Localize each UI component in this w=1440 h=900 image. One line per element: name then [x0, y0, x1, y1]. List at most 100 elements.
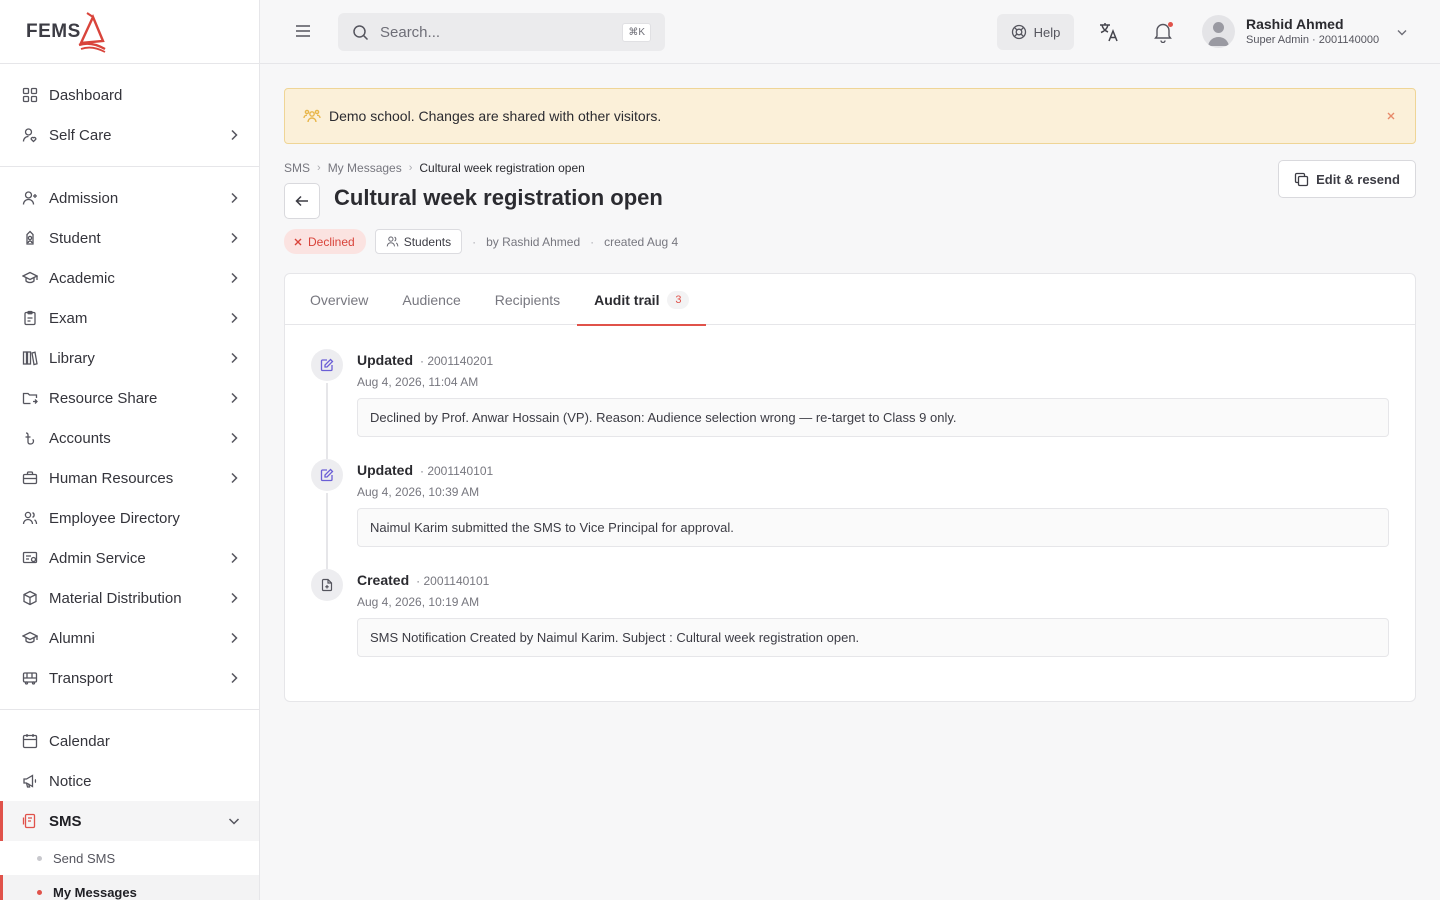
user-menu[interactable]: Rashid Ahmed Super Admin · 2001140000 [1202, 15, 1409, 48]
sidebar-item-admission[interactable]: Admission [0, 178, 259, 218]
tab-audit-trail[interactable]: Audit trail 3 [577, 274, 707, 326]
close-icon[interactable] [1383, 108, 1399, 124]
search-icon [353, 24, 369, 40]
sidebar-item-notice[interactable]: Notice [0, 761, 259, 801]
admin-service-icon [22, 551, 38, 564]
chevron-right-icon [231, 632, 238, 644]
chevron-down-icon [1397, 29, 1407, 35]
fems-logo[interactable]: FEMS [26, 11, 107, 53]
help-label: Help [1033, 24, 1061, 40]
sidebar-subitem-label: Send SMS [53, 850, 116, 866]
timeline-connector [326, 493, 328, 571]
users-group-icon [303, 109, 321, 123]
notifications-button[interactable] [1153, 21, 1173, 43]
file-plus-icon [311, 569, 343, 601]
audit-actor: · 2001140201 [420, 354, 494, 368]
nav-group-modules: Admission Student Academic Exam Library … [0, 167, 259, 710]
audit-message: SMS Notification Created by Naimul Karim… [357, 618, 1389, 657]
sidebar-subitem-send-sms[interactable]: Send SMS [0, 841, 259, 875]
logo-area: FEMS [0, 0, 259, 64]
tab-overview[interactable]: Overview [293, 274, 385, 325]
sidebar-subitem-my-messages[interactable]: My Messages [0, 875, 259, 900]
arrow-left-icon [295, 195, 308, 207]
taka-icon [25, 432, 35, 445]
audit-entry: Created · 2001140101 Aug 4, 2026, 10:19 … [311, 569, 1389, 679]
sidebar-item-label: Resource Share [49, 389, 158, 407]
hamburger-menu-icon[interactable] [294, 22, 312, 40]
breadcrumb-link-sms[interactable]: SMS [284, 161, 310, 175]
sidebar-item-label: SMS [49, 812, 82, 830]
copy-icon [1294, 172, 1309, 186]
search-input[interactable] [380, 23, 623, 41]
sidebar-item-label: Employee Directory [49, 509, 180, 527]
audit-entry: Updated · 2001140201 Aug 4, 2026, 11:04 … [311, 349, 1389, 461]
user-heart-icon [22, 128, 37, 143]
sidebar-item-student[interactable]: Student [0, 218, 259, 258]
sidebar-item-label: Exam [49, 309, 88, 327]
sidebar-subitem-label: My Messages [53, 884, 137, 900]
chevron-right-icon [231, 672, 238, 684]
tab-recipients[interactable]: Recipients [478, 274, 577, 325]
edit-icon [311, 459, 343, 491]
x-icon [294, 238, 302, 245]
translate-icon[interactable] [1098, 21, 1120, 43]
audit-action: Updated [357, 462, 413, 478]
breadcrumb-separator: › [408, 162, 413, 174]
sidebar-item-label: Notice [49, 772, 92, 790]
sidebar-item-sms[interactable]: SMS [0, 801, 259, 841]
meta-author: by Rashid Ahmed [486, 234, 581, 249]
sidebar-item-alumni[interactable]: Alumni [0, 618, 259, 658]
bullet-dot [37, 855, 42, 861]
breadcrumb-link-my-messages[interactable]: My Messages [328, 161, 402, 175]
logo-text: FEMS [26, 20, 81, 42]
sidebar-item-transport[interactable]: Transport [0, 658, 259, 698]
message-meta: Declined Students · by Rashid Ahmed · cr… [284, 229, 678, 254]
search-bar[interactable]: ⌘K [338, 13, 665, 51]
sidebar-item-label: Library [49, 349, 95, 367]
chevron-right-icon [231, 232, 238, 244]
sidebar-item-self-care[interactable]: Self Care [0, 115, 259, 155]
chevron-down-icon [228, 818, 240, 825]
chevron-right-icon [231, 129, 238, 141]
chevron-right-icon [231, 392, 238, 404]
sidebar-item-material-distribution[interactable]: Material Distribution [0, 578, 259, 618]
sidebar-item-label: Dashboard [49, 86, 123, 104]
sidebar-item-academic[interactable]: Academic [0, 258, 259, 298]
calendar-icon [22, 734, 38, 749]
edit-resend-button[interactable]: Edit & resend [1278, 160, 1416, 198]
graduation-cap-icon [22, 271, 38, 284]
chevron-right-icon [231, 192, 238, 204]
nav-group-main: Dashboard Self Care [0, 64, 259, 167]
sidebar-item-label: Alumni [49, 629, 95, 647]
sidebar-item-dashboard[interactable]: Dashboard [0, 75, 259, 115]
audit-entry-header: Updated · 2001140101 [357, 459, 1389, 478]
edit-resend-label: Edit & resend [1316, 171, 1400, 187]
banner-text: Demo school. Changes are shared with oth… [329, 108, 662, 124]
back-button[interactable] [284, 183, 320, 219]
sidebar-item-label: Human Resources [49, 469, 174, 487]
audit-action: Updated [357, 352, 413, 368]
sidebar-item-admin-service[interactable]: Admin Service [0, 538, 259, 578]
sidebar-item-accounts[interactable]: Accounts [0, 418, 259, 458]
sidebar-item-exam[interactable]: Exam [0, 298, 259, 338]
audit-timestamp: Aug 4, 2026, 10:39 AM [357, 485, 480, 499]
sidebar-item-library[interactable]: Library [0, 338, 259, 378]
tab-count-badge: 3 [667, 290, 690, 309]
topbar: ⌘K Help Rashid Ahmed Super Admin · 20011… [260, 0, 1440, 64]
meta-created: created Aug 4 [604, 234, 679, 249]
sidebar-item-calendar[interactable]: Calendar [0, 721, 259, 761]
library-icon [22, 351, 38, 366]
sidebar-item-employee-directory[interactable]: Employee Directory [0, 498, 259, 538]
tab-label: Audience [402, 291, 461, 308]
user-info: Rashid Ahmed Super Admin · 2001140000 [1246, 16, 1379, 47]
user-silhouette-icon [1208, 22, 1229, 46]
help-button[interactable]: Help [997, 14, 1074, 50]
demo-notice-banner: Demo school. Changes are shared with oth… [284, 88, 1416, 144]
audit-actor: · 2001140101 [416, 574, 490, 588]
tab-audience[interactable]: Audience [385, 274, 477, 325]
sidebar-item-resource-share[interactable]: Resource Share [0, 378, 259, 418]
audit-entry: Updated · 2001140101 Aug 4, 2026, 10:39 … [311, 459, 1389, 571]
sidebar-item-human-resources[interactable]: Human Resources [0, 458, 259, 498]
chevron-right-icon [231, 272, 238, 284]
user-name: Rashid Ahmed [1246, 16, 1344, 32]
